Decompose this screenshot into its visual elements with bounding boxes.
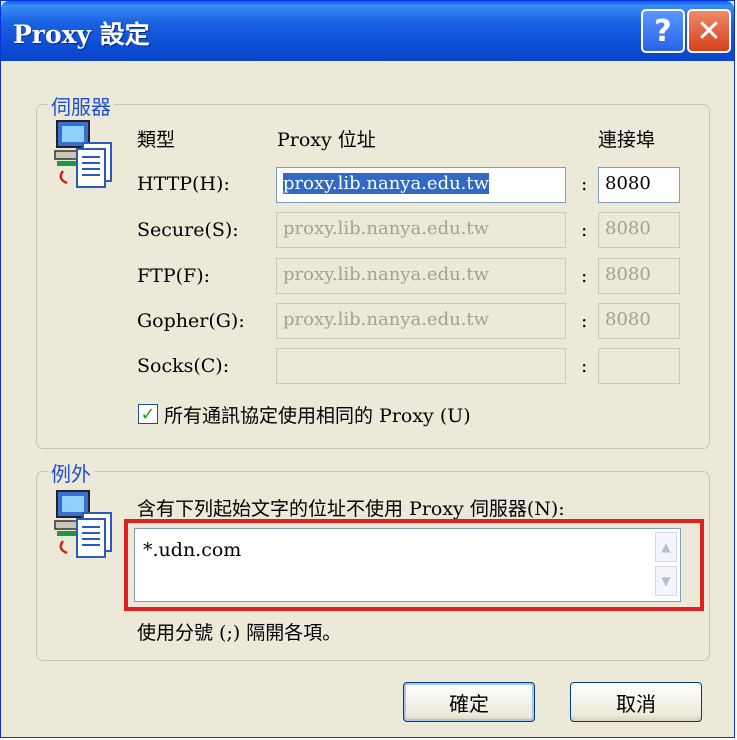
socks-address-input[interactable] [276, 348, 566, 384]
http-port-input[interactable]: 8080 [598, 167, 680, 203]
type-column-header: 類型 [137, 129, 176, 151]
address-column-header: Proxy 位址 [277, 129, 376, 151]
title-bar[interactable]: Proxy 設定 ? ✕ [1, 1, 734, 61]
ok-button[interactable]: 確定 [403, 682, 535, 722]
cancel-button[interactable]: 取消 [570, 682, 702, 722]
servers-legend: 伺服器 [48, 91, 114, 120]
exceptions-hint: 使用分號 (;) 隔開各項。 [137, 622, 342, 644]
checkmark-icon: ✓ [140, 403, 156, 425]
network-computer-icon [54, 120, 112, 188]
http-colon: : [581, 173, 588, 195]
exceptions-description: 含有下列起始文字的位址不使用 Proxy 伺服器(N): [137, 498, 565, 520]
network-computer-icon [54, 490, 112, 558]
gopher-label: Gopher(G): [137, 310, 245, 332]
ftp-address-input[interactable]: proxy.lib.nanya.edu.tw [276, 258, 566, 294]
secure-address-input[interactable]: proxy.lib.nanya.edu.tw [276, 212, 566, 248]
socks-colon: : [581, 355, 588, 377]
same-proxy-checkbox[interactable]: ✓ [138, 403, 158, 425]
ftp-label: FTP(F): [137, 265, 211, 287]
highlight-box [124, 519, 704, 611]
ftp-port-input[interactable]: 8080 [598, 258, 680, 294]
socks-port-input[interactable] [598, 348, 680, 384]
http-address-value: proxy.lib.nanya.edu.tw [283, 173, 490, 194]
close-icon: ✕ [696, 13, 722, 49]
port-column-header: 連接埠 [598, 129, 656, 151]
help-button[interactable]: ? [641, 9, 685, 53]
secure-port-input[interactable]: 8080 [598, 212, 680, 248]
proxy-settings-dialog: Proxy 設定 ? ✕ 伺服器 類型 Proxy 位址 連接埠 HTTP(H)… [0, 0, 735, 738]
secure-label: Secure(S): [137, 219, 239, 241]
close-button[interactable]: ✕ [687, 9, 731, 53]
gopher-address-input[interactable]: proxy.lib.nanya.edu.tw [276, 303, 566, 339]
gopher-port-input[interactable]: 8080 [598, 303, 680, 339]
gopher-colon: : [581, 310, 588, 332]
exceptions-legend: 例外 [48, 458, 94, 487]
socks-label: Socks(C): [137, 355, 230, 377]
ftp-colon: : [581, 265, 588, 287]
secure-colon: : [581, 219, 588, 241]
http-address-input[interactable]: proxy.lib.nanya.edu.tw [276, 167, 566, 203]
http-label: HTTP(H): [137, 173, 230, 195]
same-proxy-label[interactable]: 所有通訊協定使用相同的 Proxy (U) [164, 401, 471, 428]
window-title: Proxy 設定 [13, 20, 150, 49]
help-icon: ? [654, 13, 672, 49]
